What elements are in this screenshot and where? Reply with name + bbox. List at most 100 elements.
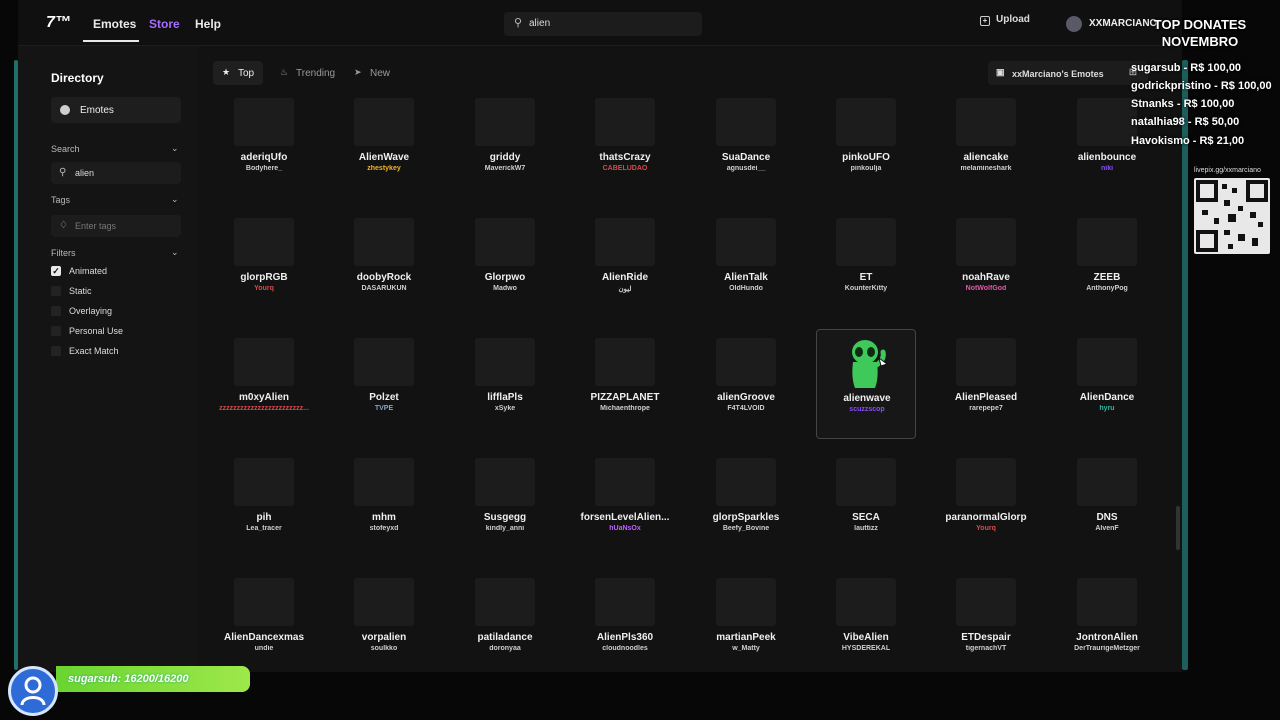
emote-card[interactable]: Susgegg kindly_anni (455, 449, 555, 559)
emote-author[interactable]: tigernachVT (926, 645, 1046, 652)
emote-author[interactable]: agnusdei__ (686, 165, 806, 172)
emote-author[interactable]: Lea_tracer (204, 525, 324, 532)
emote-card[interactable]: pih Lea_tracer (214, 449, 314, 559)
emote-author[interactable]: lauttizz (806, 525, 926, 532)
checkbox[interactable] (51, 346, 61, 356)
emote-author[interactable]: undie (204, 645, 324, 652)
emote-card[interactable]: AlienWave zhestykey (334, 89, 434, 199)
emote-card[interactable]: DNS AlvenF (1057, 449, 1157, 559)
emote-author[interactable]: OldHundo (686, 285, 806, 292)
emote-author[interactable]: Beefy_Bovine (686, 525, 806, 532)
emote-author[interactable]: zhestykey (324, 165, 444, 172)
tab-new[interactable]: ➤ New (345, 61, 393, 85)
nav-emotes[interactable]: Emotes (93, 17, 136, 31)
emote-author[interactable]: kindly_anni (445, 525, 565, 532)
checkbox[interactable] (51, 306, 61, 316)
emote-author[interactable]: KounterKitty (806, 285, 926, 292)
emote-author[interactable]: niki (1047, 165, 1167, 172)
emote-card[interactable]: paranormalGlorp Yourq (936, 449, 1036, 559)
emote-card[interactable]: SECA lauttizz (816, 449, 916, 559)
emote-card[interactable]: AlienTalk OldHundo (696, 209, 796, 319)
tab-top[interactable]: ★ Top (213, 61, 263, 85)
emote-card[interactable]: thatsCrazy CABELUDAO (575, 89, 675, 199)
tags-section-heading[interactable]: Tags (51, 195, 70, 205)
emote-author[interactable]: w_Matty (686, 645, 806, 652)
emote-author[interactable]: doronyaa (445, 645, 565, 652)
emote-author[interactable]: AnthonyPog (1047, 285, 1167, 292)
upload-button[interactable]: + Upload (980, 14, 1030, 34)
emote-author[interactable]: soulkko (324, 645, 444, 652)
emote-card[interactable]: alienwave scuzzscop (816, 329, 916, 439)
emote-card[interactable]: alienGroove F4T4LVOID (696, 329, 796, 439)
emote-author[interactable]: CABELUDAO (565, 165, 685, 172)
emote-author[interactable]: AlvenF (1047, 525, 1167, 532)
emote-card[interactable]: aderiqUfo Bodyhere_ (214, 89, 314, 199)
emote-author[interactable]: zzzzzzzzzzzzzzzzzzzzzzzz... (204, 405, 324, 412)
emote-card[interactable]: AlienRide ليون (575, 209, 675, 319)
emote-author[interactable]: cloudnoodles (565, 645, 685, 652)
emote-card[interactable]: martianPeek w_Matty (696, 569, 796, 672)
emote-author[interactable]: Yourq (204, 285, 324, 292)
emote-card[interactable]: aliencake melamineshark (936, 89, 1036, 199)
emote-author[interactable]: ليون (565, 285, 685, 293)
emote-card[interactable]: VibeAlien HYSDEREKAL (816, 569, 916, 672)
emote-card[interactable]: forsenLevelAlien... hUaNsOx (575, 449, 675, 559)
search-input[interactable]: ⚲ alien (51, 162, 181, 184)
emote-card[interactable]: glorpRGB Yourq (214, 209, 314, 319)
emote-author[interactable]: Bodyhere_ (204, 165, 324, 172)
checkbox[interactable] (51, 326, 61, 336)
tags-input[interactable]: ♢ Enter tags (51, 215, 181, 237)
sidebar-item-emotes[interactable]: Emotes (51, 97, 181, 123)
nav-store[interactable]: Store (149, 17, 180, 31)
global-search-input[interactable]: ⚲ alien (504, 12, 702, 36)
emote-card[interactable]: lifflaPls xSyke (455, 329, 555, 439)
emote-author[interactable]: hyru (1047, 405, 1167, 412)
emote-card[interactable]: AlienDance hyru (1057, 329, 1157, 439)
emote-author[interactable]: melamineshark (926, 165, 1046, 172)
emote-author[interactable]: F4T4LVOID (686, 405, 806, 412)
search-section-heading[interactable]: Search (51, 144, 80, 154)
emote-card[interactable]: pinkoUFO pinkoulja (816, 89, 916, 199)
emote-author[interactable]: DASARUKUN (324, 285, 444, 292)
emote-card[interactable]: JontronAlien DerTraurigeMetzger (1057, 569, 1157, 672)
emote-author[interactable]: stofeyxd (324, 525, 444, 532)
emote-card[interactable]: noahRave NotWolfGod (936, 209, 1036, 319)
scrollbar[interactable] (1176, 506, 1180, 550)
emote-card[interactable]: vorpalien soulkko (334, 569, 434, 672)
emote-card[interactable]: ETDespair tigernachVT (936, 569, 1036, 672)
emote-card[interactable]: Glorpwo Madwo (455, 209, 555, 319)
emote-author[interactable]: Madwo (445, 285, 565, 292)
emote-card[interactable]: m0xyAlien zzzzzzzzzzzzzzzzzzzzzzzz... (214, 329, 314, 439)
emote-card[interactable]: ET KounterKitty (816, 209, 916, 319)
emote-author[interactable]: MaverickW7 (445, 165, 565, 172)
emote-author[interactable]: xSyke (445, 405, 565, 412)
emote-author[interactable]: TVPE (324, 405, 444, 412)
checkbox[interactable] (51, 286, 61, 296)
emote-card[interactable]: AlienPleased rarepepe7 (936, 329, 1036, 439)
emote-card[interactable]: patiladance doronyaa (455, 569, 555, 672)
chevron-down-icon[interactable]: ⌄ (171, 143, 179, 154)
7tv-logo[interactable]: 7™ (46, 14, 71, 32)
emote-card[interactable]: Polzet TVPE (334, 329, 434, 439)
emote-author[interactable]: Yourq (926, 525, 1046, 532)
emote-card[interactable]: griddy MaverickW7 (455, 89, 555, 199)
emote-card[interactable]: glorpSparkles Beefy_Bovine (696, 449, 796, 559)
my-emotes-button[interactable]: ▣ xxMarciano's Emotes (988, 61, 1128, 85)
emote-card[interactable]: mhm stofeyxd (334, 449, 434, 559)
emote-author[interactable]: Michaenthrope (565, 405, 685, 412)
nav-help[interactable]: Help (195, 17, 221, 31)
emote-author[interactable]: scuzzscop (807, 406, 927, 413)
chevron-down-icon[interactable]: ⌄ (171, 194, 179, 205)
emote-card[interactable]: ZEEB AnthonyPog (1057, 209, 1157, 319)
emote-author[interactable]: rarepepe7 (926, 405, 1046, 412)
avatar[interactable] (1066, 16, 1082, 32)
emote-card[interactable]: AlienPls360 cloudnoodles (575, 569, 675, 672)
filters-section-heading[interactable]: Filters (51, 248, 76, 258)
emote-author[interactable]: NotWolfGod (926, 285, 1046, 292)
emote-card[interactable]: doobyRock DASARUKUN (334, 209, 434, 319)
emote-card[interactable]: PIZZAPLANET Michaenthrope (575, 329, 675, 439)
emote-author[interactable]: DerTraurigeMetzger (1047, 645, 1167, 652)
emote-card[interactable]: AlienDancexmas undie (214, 569, 314, 672)
emote-author[interactable]: HYSDEREKAL (806, 645, 926, 652)
emote-author[interactable]: pinkoulja (806, 165, 926, 172)
